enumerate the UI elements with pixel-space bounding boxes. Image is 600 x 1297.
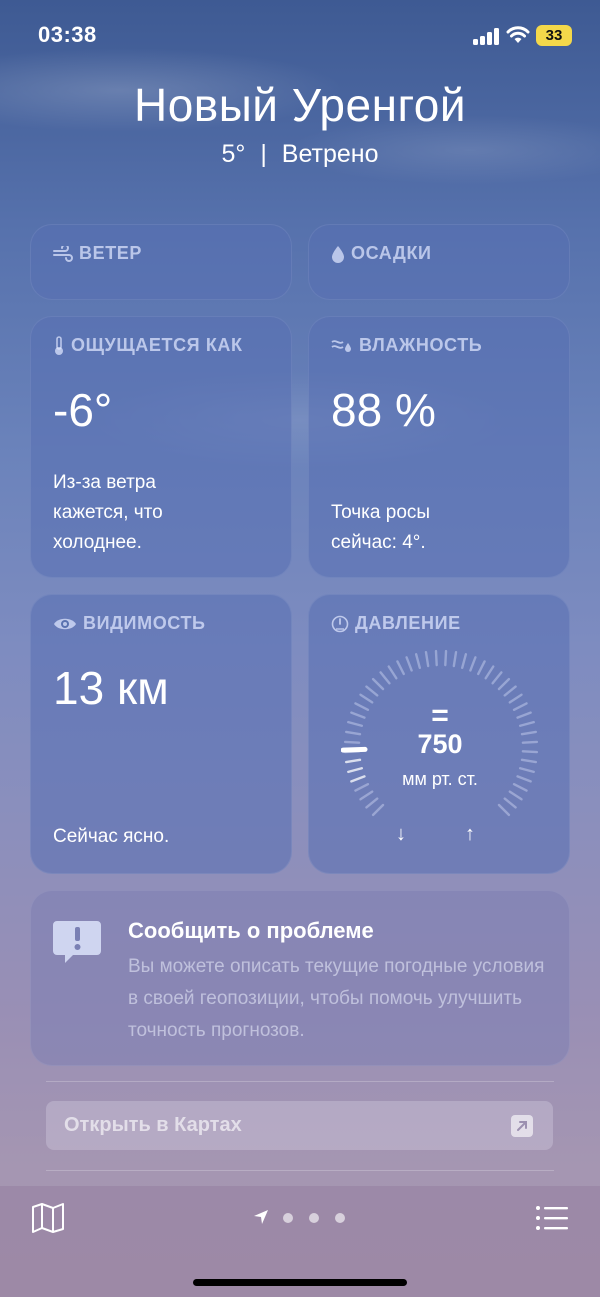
visibility-title: ВИДИМОСТЬ	[83, 613, 206, 633]
map-icon[interactable]	[31, 1202, 65, 1234]
feels-like-card[interactable]: ОЩУЩАЕТСЯ КАК -6° Из-за ветра кажется, ч…	[30, 316, 292, 578]
open-in-maps-button[interactable]: Открыть в Картах	[46, 1101, 553, 1150]
gauge-tick	[424, 650, 430, 668]
arrow-up-right-icon	[511, 1115, 533, 1137]
feels-like-card-header: ОЩУЩАЕТСЯ КАК	[53, 335, 243, 356]
gauge-icon	[331, 615, 349, 632]
page-dot	[283, 1213, 293, 1223]
humidity-card-header: ВЛАЖНОСТЬ	[331, 335, 482, 356]
cellular-signal-icon	[473, 27, 501, 45]
report-issue-card[interactable]: Сообщить о проблеме Вы можете описать те…	[30, 890, 570, 1066]
current-conditions: 5° | Ветрено	[0, 140, 600, 169]
gauge-tick	[365, 685, 379, 697]
thermometer-icon	[55, 335, 63, 355]
open-in-maps-label: Открыть в Картах	[64, 1114, 242, 1136]
page-indicator[interactable]	[253, 1208, 353, 1228]
location-arrow-icon	[254, 1210, 268, 1224]
pressure-card[interactable]: ДАВЛЕНИЕ = 750 мм рт. ст. ↓ ↑	[308, 594, 570, 874]
divider-bottom	[46, 1170, 554, 1171]
gauge-tick	[484, 665, 495, 680]
gauge-tick	[371, 677, 385, 691]
eye-icon	[54, 618, 76, 629]
feels-like-description: Из-за ветра кажется, что холоднее.	[53, 472, 163, 553]
gauge-tick	[365, 797, 379, 809]
gauge-tick	[491, 671, 503, 685]
visibility-description: Сейчас ясно.	[53, 826, 170, 847]
status-time: 03:38	[38, 22, 97, 47]
pressure-low-arrow: ↓	[396, 823, 406, 845]
wind-icon	[53, 245, 73, 262]
humidity-icon	[331, 339, 351, 352]
gauge-tick	[414, 653, 421, 669]
exclamation-bubble-icon	[53, 921, 101, 963]
gauge-tick	[477, 660, 486, 676]
pressure-trend-symbol: =	[431, 699, 449, 732]
gauge-tick	[452, 650, 458, 668]
pressure-high-arrow: ↑	[465, 823, 475, 845]
home-indicator	[193, 1279, 407, 1286]
pressure-title: ДАВЛЕНИЕ	[355, 613, 461, 633]
humidity-title: ВЛАЖНОСТЬ	[359, 335, 483, 355]
humidity-value: 88 %	[331, 384, 436, 436]
gauge-tick	[344, 758, 362, 764]
humidity-description: Точка росы сейчас: 4°.	[331, 502, 431, 553]
condition-text: Ветрено	[281, 140, 379, 168]
feels-like-value: -6°	[53, 384, 113, 436]
feels-like-title: ОЩУЩАЕТСЯ КАК	[71, 335, 243, 355]
pressure-card-header: ДАВЛЕНИЕ	[331, 613, 461, 634]
precipitation-card-header: ОСАДКИ	[331, 243, 432, 264]
wind-title: ВЕТЕР	[79, 243, 143, 263]
pressure-unit: мм рт. ст.	[402, 769, 478, 789]
gauge-tick	[379, 671, 391, 685]
page-dot	[335, 1213, 345, 1223]
current-temperature: 5°	[221, 140, 246, 168]
wifi-icon	[506, 26, 530, 43]
wind-card[interactable]: ВЕТЕР	[30, 224, 292, 300]
page-dot	[309, 1213, 319, 1223]
gauge-tick	[371, 803, 385, 817]
gauge-tick	[434, 649, 438, 667]
visibility-card[interactable]: ВИДИМОСТЬ 13 км Сейчас ясно.	[30, 594, 292, 874]
gauge-tick	[444, 649, 448, 667]
visibility-card-header: ВИДИМОСТЬ	[53, 613, 206, 634]
gauge-tick	[405, 656, 413, 672]
report-text: Вы можете описать текущие погодные услов…	[128, 956, 545, 1041]
gauge-tick	[497, 803, 511, 817]
battery-indicator: 33	[536, 25, 572, 46]
gauge-tick	[497, 677, 511, 691]
precipitation-card[interactable]: ОСАДКИ	[308, 224, 570, 300]
report-title: Сообщить о проблеме	[128, 918, 374, 943]
gauge-tick	[508, 790, 523, 801]
divider-top	[46, 1081, 554, 1082]
separator: |	[260, 140, 267, 168]
visibility-value: 13 км	[53, 662, 169, 714]
pressure-value: 750	[417, 729, 463, 759]
wind-card-header: ВЕТЕР	[53, 243, 142, 264]
gauge-tick	[396, 660, 405, 676]
gauge-tick	[520, 758, 538, 764]
gauge-tick	[503, 797, 517, 809]
list-icon[interactable]	[535, 1204, 569, 1232]
gauge-tick	[359, 790, 374, 801]
precipitation-title: ОСАДКИ	[351, 243, 432, 263]
gauge-tick	[387, 665, 398, 680]
humidity-card[interactable]: ВЛАЖНОСТЬ 88 % Точка росы сейчас: 4°.	[308, 316, 570, 578]
gauge-tick	[469, 656, 477, 672]
drop-icon	[332, 245, 344, 263]
gauge-tick	[461, 653, 468, 669]
city-name: Новый Уренгой	[133, 79, 467, 131]
gauge-tick	[503, 685, 517, 697]
